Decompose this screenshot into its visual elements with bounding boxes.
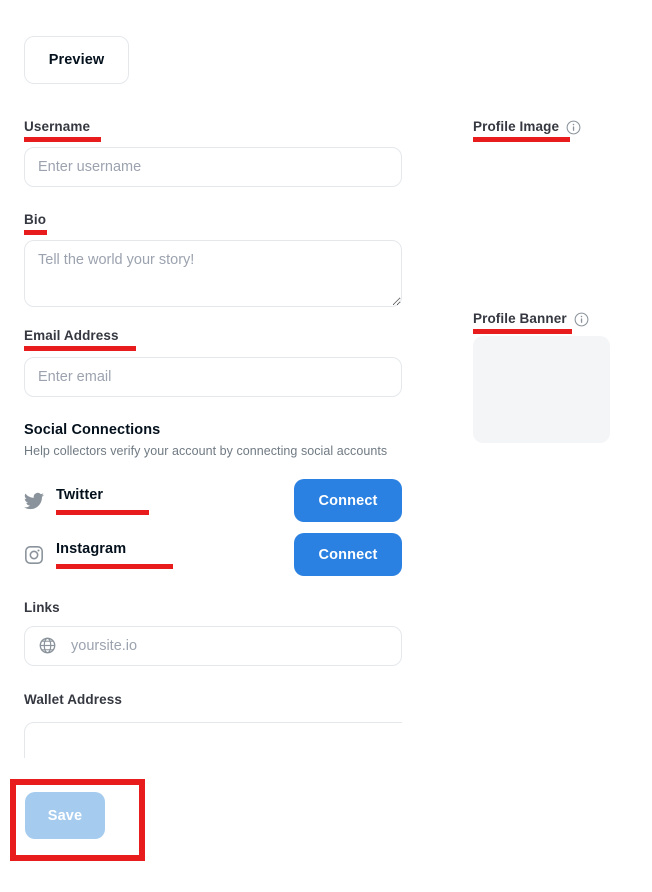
social-connections-subtitle: Help collectors verify your account by c… — [24, 444, 388, 458]
profile-image-group: Profile Image — [473, 119, 581, 142]
social-row-twitter: Twitter Connect — [24, 479, 402, 522]
username-label: Username — [24, 119, 91, 134]
wallet-field-group: Wallet Address — [24, 692, 122, 708]
social-connections-title: Social Connections — [24, 422, 161, 438]
profile-banner-dropzone[interactable] — [473, 336, 610, 443]
globe-icon — [38, 636, 58, 656]
wallet-address-label: Wallet Address — [24, 692, 122, 707]
wallet-address-input[interactable] — [24, 722, 402, 758]
twitter-label: Twitter — [56, 487, 104, 503]
email-annotation-underline — [24, 346, 136, 351]
info-circle-icon[interactable] — [574, 312, 589, 327]
connect-twitter-button[interactable]: Connect — [294, 479, 402, 522]
bio-label: Bio — [24, 212, 47, 227]
social-row-instagram: Instagram Connect — [24, 533, 402, 576]
email-input[interactable] — [24, 357, 402, 397]
profile-banner-group: Profile Banner — [473, 311, 589, 334]
profile-settings-page: Preview Username Bio Email Address Socia… — [0, 0, 652, 892]
preview-button[interactable]: Preview — [24, 36, 129, 84]
info-circle-icon[interactable] — [566, 120, 581, 135]
email-label: Email Address — [24, 328, 119, 343]
profile-banner-label-row: Profile Banner — [473, 311, 589, 327]
wallet-input-clip — [24, 722, 402, 758]
links-label: Links — [24, 600, 60, 615]
links-field-group: Links — [24, 600, 60, 616]
twitter-label-block: Twitter — [56, 486, 149, 515]
twitter-identity: Twitter — [24, 486, 149, 515]
links-input[interactable] — [69, 627, 388, 665]
bio-field-group: Bio — [24, 212, 47, 235]
profile-image-label-row: Profile Image — [473, 119, 581, 135]
links-input-wrapper[interactable] — [24, 626, 402, 666]
save-button[interactable]: Save — [25, 792, 105, 839]
instagram-identity: Instagram — [24, 540, 173, 569]
twitter-annotation-underline — [56, 510, 149, 515]
username-input[interactable] — [24, 147, 402, 187]
instagram-annotation-underline — [56, 564, 173, 569]
username-annotation-underline — [24, 137, 101, 142]
connect-instagram-button[interactable]: Connect — [294, 533, 402, 576]
instagram-label: Instagram — [56, 541, 127, 557]
bio-annotation-underline — [24, 230, 47, 235]
profile-banner-label: Profile Banner — [473, 311, 567, 326]
bio-textarea[interactable] — [24, 240, 402, 307]
profile-image-label: Profile Image — [473, 119, 560, 134]
twitter-icon — [24, 491, 44, 511]
email-field-group: Email Address — [24, 328, 136, 351]
instagram-icon — [24, 545, 44, 565]
profile-banner-annotation-underline — [473, 329, 572, 334]
social-connections-section: Social Connections Help collectors verif… — [24, 422, 387, 458]
username-field-group: Username — [24, 119, 101, 142]
profile-image-annotation-underline — [473, 137, 570, 142]
instagram-label-block: Instagram — [56, 540, 173, 569]
